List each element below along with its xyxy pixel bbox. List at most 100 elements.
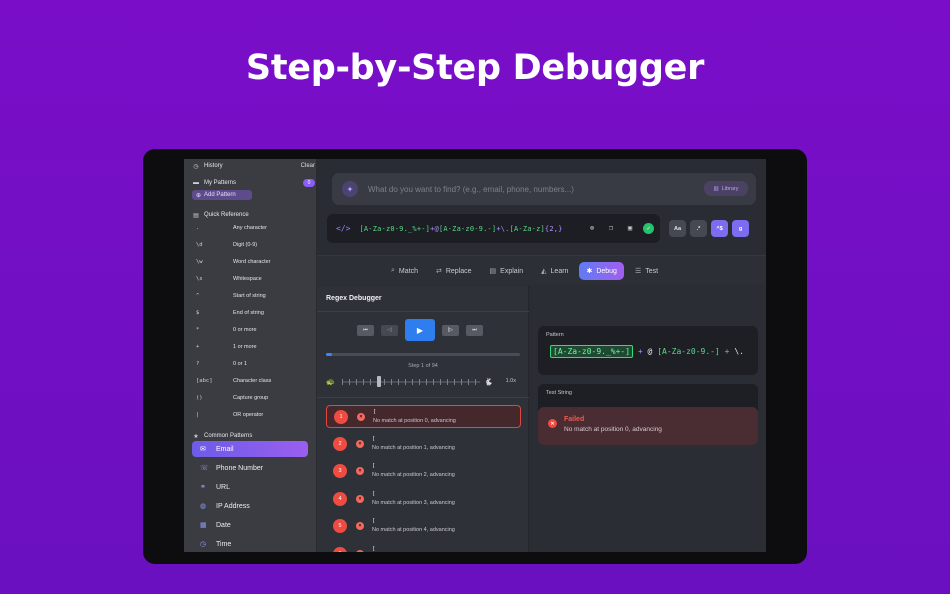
tab-debug[interactable]: ✱ Debug [579,262,624,280]
pattern-op1: + [637,347,643,356]
skip-to-start-button[interactable]: ⏮ [357,324,374,336]
step-token: [ [372,518,376,524]
play-button[interactable]: ▶ [405,319,435,341]
quick-ref-symbol: ? [196,361,200,367]
my-patterns-row[interactable]: ▬ My Patterns [192,179,236,187]
quick-ref-symbol: + [196,344,200,350]
history-row[interactable]: ◷ History [192,162,223,170]
pattern-item-url[interactable]: ⚭ URL [192,479,308,495]
clock-icon: ◷ [200,541,207,548]
playback-controls: ⏮ ◁| ▶ |▷ ⏭ [357,319,483,341]
bug-icon: ✱ [586,268,593,275]
quick-ref-symbol: \w [196,259,203,265]
pattern-item-ip-address[interactable]: ◍ IP Address [192,498,308,514]
quick-ref-description: Whitespace [233,276,262,282]
my-patterns-count-badge: 0 [303,179,315,187]
regex-pattern[interactable]: [A-Za-z0-9._%+-]+@[A-Za-z0-9.-]+\.[A-Za-… [359,225,562,233]
fail-icon: × [356,549,364,552]
step-forward-button[interactable]: |▷ [442,324,459,336]
step-token: [ [373,409,377,415]
tab-label: Replace [445,267,472,275]
globe-icon: ◍ [200,503,207,510]
result-card: ✕ Failed No match at position 0, advanci… [538,407,758,445]
regex-part4: [A-Za-z] [509,224,545,233]
quick-ref-description: Digit (0-9) [233,242,258,248]
pattern-item-label: Email [216,445,234,453]
folder-icon: ▬ [193,180,199,186]
history-label: History [204,163,223,169]
divider [317,397,529,398]
common-patterns-header: ★ Common Patterns [192,432,252,440]
result-title: Failed [564,416,585,423]
headline: Step-by-Step Debugger [245,48,705,88]
library-label: Library [721,185,739,192]
step-item[interactable]: 2 × [No match at position 1, advancing [326,433,521,456]
hare-icon: 🐇 [484,379,493,386]
tortoise-icon: 🐢 [326,379,335,386]
current-token: [A-Za-z0-9._%+-] [550,345,634,358]
main-area: ✦ What do you want to find? (e.g., email… [317,159,766,552]
clear-icon[interactable]: ⊗ [586,222,598,234]
add-pattern-button[interactable]: ⊕ Add Pattern [192,190,252,200]
library-button[interactable]: ▥ Library [704,181,748,196]
tab-explain[interactable]: ▤ Explain [483,262,531,280]
speed-value: 1.0x [505,378,516,384]
flag-case-insensitive[interactable]: Aa [669,220,686,237]
pattern-item-time[interactable]: ◷ Time [192,536,308,552]
device-frame: ◷ History Clear ▬ My Patterns 0 ⊕ Add Pa… [143,149,807,564]
app-screen: ◷ History Clear ▬ My Patterns 0 ⊕ Add Pa… [184,159,766,552]
skip-to-end-button[interactable]: ⏭ [466,324,483,336]
clear-button[interactable]: Clear [301,163,315,169]
quick-ref-description: End of string [233,310,264,316]
link-icon: ⚭ [200,484,206,491]
save-icon[interactable]: ▣ [624,222,636,234]
quick-ref-description: OR operator [233,412,264,418]
pattern-item-phone-number[interactable]: ☏ Phone Number [192,460,308,476]
tab-replace[interactable]: ⇄ Replace [429,262,479,280]
step-item[interactable]: 3 × [No match at position 2, advancing [326,460,521,483]
step-item[interactable]: 4 × [No match at position 3, advancing [326,488,521,511]
tab-bar: ⌕ Match ⇄ Replace ▤ Explain ◭ Learn ✱ Debug ☰… [317,255,766,285]
step-number: 6 [333,546,347,552]
step-message: No match at position 2, advancing [372,472,455,478]
checklist-icon: ☰ [634,268,642,275]
tab-learn[interactable]: ◭ Learn [534,262,575,280]
pattern-visual: [A-Za-z0-9._%+-] + @ [A-Za-z0-9.-] + \. [550,345,744,358]
error-icon: ✕ [548,419,557,428]
quick-ref-description: Word character [233,259,271,265]
tab-test[interactable]: ☰ Test [628,262,665,280]
valid-check-icon: ✓ [643,222,654,234]
step-item[interactable]: 5 × [No match at position 4, advancing [326,515,521,538]
step-token: [ [372,435,376,442]
step-progress-bar [326,353,520,356]
search-bar[interactable]: ✦ What do you want to find? (e.g., email… [332,173,756,205]
copy-icon[interactable]: ❐ [605,222,617,234]
step-message: No match at position 1, advancing [372,444,455,451]
speed-slider-thumb[interactable] [377,376,382,387]
my-patterns-label: My Patterns [204,180,237,186]
step-message: No match at position 4, advancing [372,527,455,533]
pattern-item-label: Time [216,540,232,548]
inspector-panel: Pattern [A-Za-z0-9._%+-] + @ [A-Za-z0-9.… [530,286,766,552]
flag-global[interactable]: g [732,220,749,237]
quick-ref-symbol: * [196,327,200,333]
flag-multiline[interactable]: ^$ [711,220,728,237]
step-item[interactable]: 6 × [ [326,543,521,552]
debugger-title: Regex Debugger [326,295,382,302]
search-input[interactable]: What do you want to find? (e.g., email, … [368,185,574,194]
regex-input[interactable]: </> [A-Za-z0-9._%+-]+@[A-Za-z0-9.-]+\.[A… [327,214,660,243]
code-icon: </> [336,224,351,233]
step-item[interactable]: 1 × [No match at position 0, advancing [326,405,521,428]
clock-icon: ◷ [193,163,199,170]
fail-icon: × [357,413,365,421]
step-back-button[interactable]: ◁| [381,324,398,336]
step-number: 3 [333,464,347,478]
flag-dotall[interactable]: .* [690,220,707,237]
pattern-item-email[interactable]: ✉ Email [192,441,308,457]
tab-match[interactable]: ⌕ Match [384,262,425,280]
tab-label: Learn [550,267,569,275]
regex-part3: \. [500,224,510,233]
search-icon: ⌕ [391,267,395,274]
quick-ref-description: Start of string [233,293,266,299]
pattern-item-date[interactable]: ▦ Date [192,517,308,533]
